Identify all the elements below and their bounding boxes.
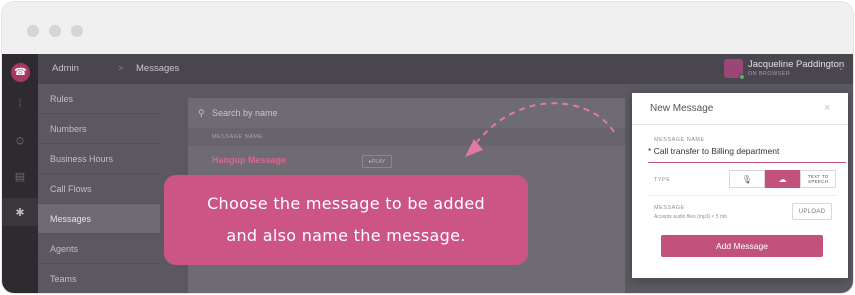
new-message-modal: New Message × MESSAGE NAME * Call transf… (632, 93, 848, 278)
contacts-icon[interactable]: ꖴ (2, 128, 38, 156)
window-titlebar (2, 2, 853, 54)
modal-divider-2 (648, 195, 836, 196)
upload-button[interactable]: UPLOAD (792, 203, 832, 220)
settings-gear-icon[interactable]: ✱ (2, 198, 38, 226)
tutorial-line-1: Choose the message to be added (207, 194, 485, 213)
column-header-message-name: MESSAGE NAME (188, 128, 625, 146)
close-icon[interactable]: × (824, 102, 830, 114)
play-button[interactable]: ▸ PLAY (362, 155, 393, 168)
sidebar-item-numbers[interactable]: Numbers (38, 114, 160, 144)
message-label: MESSAGE (654, 205, 685, 211)
breadcrumb-current: Messages (136, 63, 180, 74)
inbox-icon[interactable]: ▤ (2, 162, 38, 190)
search-icon: ⚲ (198, 107, 205, 118)
sidebar-item-call-flows[interactable]: Call Flows (38, 174, 160, 204)
sidebar-item-agents[interactable]: Agents (38, 234, 160, 264)
top-bar: Admin > Messages Jacqueline Paddington O… (38, 54, 853, 84)
window-zoom-dot[interactable] (71, 25, 83, 37)
phone-logo-icon[interactable]: ☎ (11, 63, 30, 82)
message-name-field[interactable]: * Call transfer to Billing department (648, 146, 779, 156)
sidebar-item-teams[interactable]: Teams (38, 264, 160, 293)
message-name-label: MESSAGE NAME (654, 137, 705, 143)
breadcrumb-separator: > (118, 63, 124, 73)
browser-window: ☎ ⁞ ꖴ ▤ ✱ Admin > Messages Jacqueline Pa… (2, 2, 853, 293)
add-message-button[interactable]: Add Message (661, 235, 823, 257)
type-label: TYPE (654, 177, 671, 183)
chevron-down-icon[interactable]: ⌄ (838, 64, 844, 72)
sidebar-item-business-hours[interactable]: Business Hours (38, 144, 160, 174)
microphone-icon[interactable]: 🎙 (729, 170, 765, 188)
cloud-upload-icon[interactable]: ☁ (764, 170, 801, 188)
tutorial-line-2: and also name the message. (226, 226, 466, 245)
play-button-label: PLAY (371, 158, 386, 165)
text-to-speech-option[interactable]: TEXT TO SPEECH (800, 170, 837, 188)
user-name[interactable]: Jacqueline Paddington (748, 59, 844, 70)
message-row-name[interactable]: Hangup Message (212, 155, 286, 165)
user-status-text: ON BROWSER (748, 71, 791, 77)
icon-rail: ☎ ⁞ ꖴ ▤ ✱ (2, 54, 38, 293)
window-minimize-dot[interactable] (49, 25, 61, 37)
message-name-underline (648, 162, 846, 163)
search-row[interactable]: ⚲ Search by name (188, 98, 625, 128)
search-input[interactable]: Search by name (212, 108, 278, 118)
tutorial-callout: Choose the message to be added and also … (164, 175, 528, 265)
online-status-dot (739, 74, 745, 80)
settings-sidebar: Rules Numbers Business Hours Call Flows … (38, 84, 160, 293)
breadcrumb-admin[interactable]: Admin (52, 63, 79, 74)
sidebar-item-rules[interactable]: Rules (38, 84, 160, 114)
modal-divider (632, 124, 848, 125)
modal-title: New Message (650, 103, 714, 114)
sidebar-item-messages[interactable]: Messages (38, 204, 160, 234)
message-type-toggle: 🎙 ☁ TEXT TO SPEECH (729, 170, 837, 188)
window-close-dot[interactable] (27, 25, 39, 37)
dialpad-icon[interactable]: ⁞ (2, 90, 38, 118)
upload-help-text: Accepts audio files (mp3) < 5 mb (654, 214, 727, 220)
